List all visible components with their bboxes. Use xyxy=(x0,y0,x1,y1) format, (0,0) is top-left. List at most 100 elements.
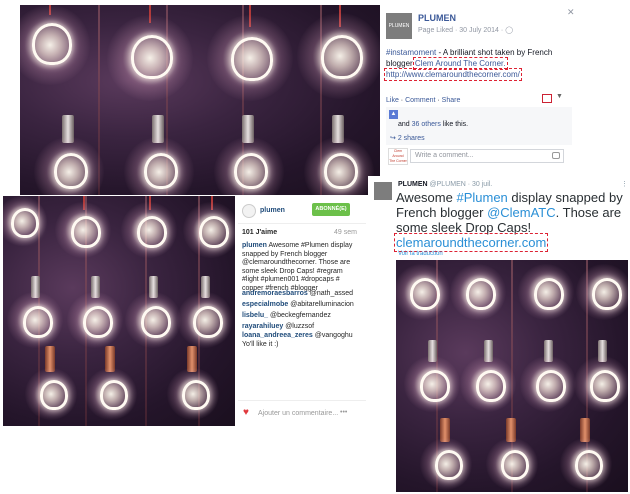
reactions-box: ▲ and 36 others like this. ↪ 2 shares xyxy=(386,107,572,145)
twitter-tweet-panel: PLUMEN @PLUMEN · 30 juil. ⋮ Awesome #Plu… xyxy=(368,176,630,494)
comment-item: especialmobe @abitarelluminacion xyxy=(242,299,362,310)
close-icon[interactable]: ✕ xyxy=(567,7,575,18)
bulb xyxy=(124,115,194,195)
camera-icon[interactable] xyxy=(552,152,560,159)
comment-user[interactable]: loana_andreea_zeres xyxy=(242,332,313,339)
bulb xyxy=(34,115,104,195)
twitter-photo[interactable] xyxy=(396,260,628,492)
comment-item: rayarahiluey @luzzsof xyxy=(242,321,362,332)
page-avatar[interactable]: PLUMEN xyxy=(386,13,412,39)
likes-summary: and 36 others like this. xyxy=(398,121,468,128)
share-action[interactable]: Share xyxy=(442,97,461,104)
likes-suffix: like this. xyxy=(442,121,469,128)
divider xyxy=(238,223,366,224)
facebook-post-panel: PLUMEN PLUMEN Page Liked · 30 July 2014 … xyxy=(382,5,578,165)
comment-user[interactable]: especialmobe xyxy=(242,301,288,308)
bulb xyxy=(520,340,576,412)
hashtag-link[interactable]: #instamoment xyxy=(386,48,436,57)
tweet-menu-icon[interactable]: ⋮ xyxy=(621,180,628,188)
likes-count[interactable]: 101 J'aime xyxy=(242,229,277,236)
twitter-avatar[interactable] xyxy=(374,182,392,200)
share-options-icon[interactable] xyxy=(542,94,552,103)
comment-list: andremoraesbarros @nath_assed especialmo… xyxy=(242,288,362,349)
comment-action[interactable]: Comment xyxy=(405,97,435,104)
shares-label: 2 shares xyxy=(397,135,425,142)
bulb xyxy=(420,418,472,490)
likes-link[interactable]: 36 others xyxy=(412,121,441,128)
likes-prefix: and xyxy=(398,121,410,128)
bulb xyxy=(297,5,380,100)
comment-item: loana_andreea_zeres @vangoghu Yo'll like… xyxy=(242,332,362,349)
bulb xyxy=(20,5,90,85)
chevron-down-icon[interactable]: ▼ xyxy=(556,93,563,100)
tweet-link[interactable]: clemaroundthecorner.com xyxy=(393,233,549,252)
bulb xyxy=(121,196,177,258)
bulb xyxy=(304,115,374,195)
like-action[interactable]: Like xyxy=(386,97,399,104)
bulb xyxy=(25,346,77,420)
translation-link[interactable]: Voir la traduction xyxy=(398,251,443,257)
bulb xyxy=(183,196,235,258)
bulb xyxy=(107,5,193,101)
mention-link[interactable]: @ClemATC xyxy=(487,205,556,220)
globe-icon: ◯ xyxy=(505,27,514,34)
hashtag-link[interactable]: #Plumen xyxy=(456,190,507,205)
post-time: 49 sem xyxy=(334,229,357,236)
bulb xyxy=(55,196,111,258)
bulb xyxy=(85,346,137,420)
website-link[interactable]: http://www.clemaroundthecorner.com/ xyxy=(384,68,522,81)
thumbs-up-icon: ▲ xyxy=(389,110,398,119)
instagram-avatar[interactable] xyxy=(242,204,256,218)
caption-text: Awesome #Plumen display snapped by Frenc… xyxy=(242,242,353,292)
bulb xyxy=(576,264,628,324)
bulb xyxy=(460,340,516,412)
comment-user[interactable]: rayarahiluey xyxy=(242,323,283,330)
add-comment-input[interactable]: Ajouter un commentaire... xyxy=(258,410,338,417)
tweet-text: Awesome #Plumen display snapped by Frenc… xyxy=(393,190,628,252)
follow-button[interactable]: ABONNÉ(E) xyxy=(312,203,350,216)
bulb xyxy=(3,196,47,251)
twitter-header: PLUMEN @PLUMEN · 30 juil. xyxy=(398,181,492,188)
bulb xyxy=(560,418,612,490)
post-text: #instamoment - A brilliant shot taken by… xyxy=(384,47,574,81)
comment-user[interactable]: andremoraesbarros xyxy=(242,290,308,297)
instagram-photo[interactable] xyxy=(3,196,235,426)
bulb xyxy=(574,340,628,412)
comment-avatar[interactable]: Clem Around The Corner xyxy=(388,148,408,165)
twitter-handle[interactable]: @PLUMEN · 30 juil. xyxy=(430,181,493,188)
caption-user[interactable]: plumen xyxy=(242,242,267,249)
bulb xyxy=(518,264,574,324)
post-meta-text: Page Liked · 30 July 2014 · xyxy=(418,27,504,34)
bulb xyxy=(177,276,233,348)
action-bar: Like · Comment · Share xyxy=(386,97,461,104)
twitter-name[interactable]: PLUMEN xyxy=(398,181,428,188)
comment-text: @luzzsof xyxy=(285,323,315,330)
comment-item: lisbelu_ @beckegfernandez xyxy=(242,310,362,321)
comment-placeholder: Write a comment... xyxy=(415,152,474,159)
instagram-post-panel: plumen ABONNÉ(E) 101 J'aime 49 sem plume… xyxy=(238,196,366,428)
caption: plumen Awesome #Plumen display snapped b… xyxy=(242,242,358,293)
bulb xyxy=(67,276,123,348)
comment-user[interactable]: lisbelu_ xyxy=(242,312,268,319)
heart-icon[interactable]: ♥ xyxy=(243,407,249,418)
bulb xyxy=(450,264,506,324)
bulb xyxy=(404,340,460,412)
instagram-username[interactable]: plumen xyxy=(260,207,285,214)
page-name[interactable]: PLUMEN xyxy=(418,13,456,23)
bulb xyxy=(125,276,181,348)
facebook-photo[interactable] xyxy=(20,5,380,195)
blogger-link[interactable]: Clem Around The Corner. xyxy=(412,57,508,70)
comment-text: @nath_assed xyxy=(309,290,354,297)
more-options-icon[interactable]: ••• xyxy=(340,409,347,416)
divider xyxy=(238,400,366,401)
shares-count[interactable]: ↪ 2 shares xyxy=(390,134,425,142)
bulb xyxy=(486,418,538,490)
comment-text: @beckegfernandez xyxy=(270,312,331,319)
bulb xyxy=(214,115,284,195)
comment-text: @abitarelluminacion xyxy=(290,301,354,308)
bulb xyxy=(167,346,219,420)
comment-input[interactable]: Write a comment... xyxy=(410,149,564,163)
comment-item: andremoraesbarros @nath_assed xyxy=(242,288,362,299)
bulb xyxy=(7,276,63,348)
post-meta: Page Liked · 30 July 2014 · ◯ xyxy=(418,26,513,34)
